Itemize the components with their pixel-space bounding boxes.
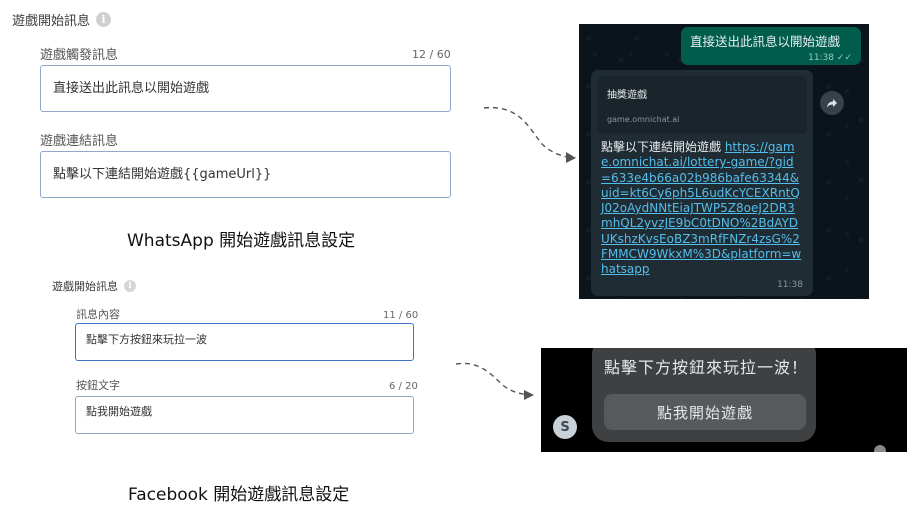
fb-message-bubble: 點擊下方按鈕來玩拉一波！ 點我開始遊戲 bbox=[592, 348, 816, 442]
wa-outgoing-time: 11:38 ✓✓ bbox=[808, 53, 852, 63]
fb-content-counter: 11 / 60 bbox=[383, 310, 419, 321]
wa-incoming-time: 11:38 bbox=[777, 280, 803, 290]
wa-outgoing-bubble: 直接送出此訊息以開始遊戲 11:38 ✓✓ bbox=[681, 27, 861, 65]
wa-message-body: 點擊以下連結開始遊戲 https://game.omnichat.ai/lott… bbox=[601, 140, 802, 277]
fb-caption: Facebook 開始遊戲訊息設定 bbox=[128, 485, 350, 505]
wa-link-preview-card[interactable]: 抽獎遊戲 game.omnichat.ai bbox=[597, 76, 807, 134]
wa-trigger-label: 遊戲觸發訊息 bbox=[40, 48, 119, 63]
info-icon[interactable]: i bbox=[96, 12, 112, 27]
wa-link-input[interactable]: 點擊以下連結開始遊戲{{gameUrl}} bbox=[40, 151, 451, 198]
fb-start-game-button[interactable]: 點我開始遊戲 bbox=[604, 394, 806, 430]
info-icon[interactable]: i bbox=[124, 280, 136, 292]
wa-link-label: 遊戲連結訊息 bbox=[40, 134, 119, 149]
double-check-icon: ✓✓ bbox=[836, 53, 852, 63]
fb-content-label: 訊息內容 bbox=[76, 308, 120, 321]
share-icon[interactable] bbox=[820, 91, 844, 115]
fb-button-counter: 6 / 20 bbox=[389, 381, 418, 392]
fb-section-title: 遊戲開始訊息 i bbox=[52, 278, 136, 294]
wa-caption: WhatsApp 開始遊戲訊息設定 bbox=[127, 231, 356, 251]
wa-trigger-input[interactable]: 直接送出此訊息以開始遊戲 bbox=[40, 65, 451, 112]
wa-incoming-bubble: 抽獎遊戲 game.omnichat.ai 點擊以下連結開始遊戲 https:/… bbox=[591, 70, 813, 296]
wa-game-link[interactable]: https://game.omnichat.ai/lottery-game/?g… bbox=[601, 140, 801, 276]
fb-button-input[interactable]: 點我開始遊戲 bbox=[75, 396, 414, 434]
whatsapp-preview: 直接送出此訊息以開始遊戲 11:38 ✓✓ 抽獎遊戲 game.omnichat… bbox=[579, 24, 869, 299]
wa-section-title: 遊戲開始訊息 i bbox=[12, 10, 112, 29]
fb-content-input[interactable]: 點擊下方按鈕來玩拉一波 bbox=[75, 323, 414, 361]
wa-trigger-counter: 12 / 60 bbox=[412, 48, 451, 61]
dashed-arrow-icon bbox=[455, 362, 534, 400]
fb-button-label: 按鈕文字 bbox=[76, 379, 120, 392]
avatar: S bbox=[553, 415, 577, 439]
wa-card-title: 抽獎遊戲 bbox=[607, 90, 647, 101]
dashed-arrow-icon bbox=[483, 106, 576, 163]
fb-message-text: 點擊下方按鈕來玩拉一波！ bbox=[604, 358, 809, 377]
messenger-preview: 點擊下方按鈕來玩拉一波！ 點我開始遊戲 S bbox=[541, 348, 907, 452]
wa-outgoing-text: 直接送出此訊息以開始遊戲 bbox=[690, 34, 841, 49]
status-dot-icon bbox=[874, 445, 886, 452]
wa-card-domain: game.omnichat.ai bbox=[607, 115, 680, 124]
